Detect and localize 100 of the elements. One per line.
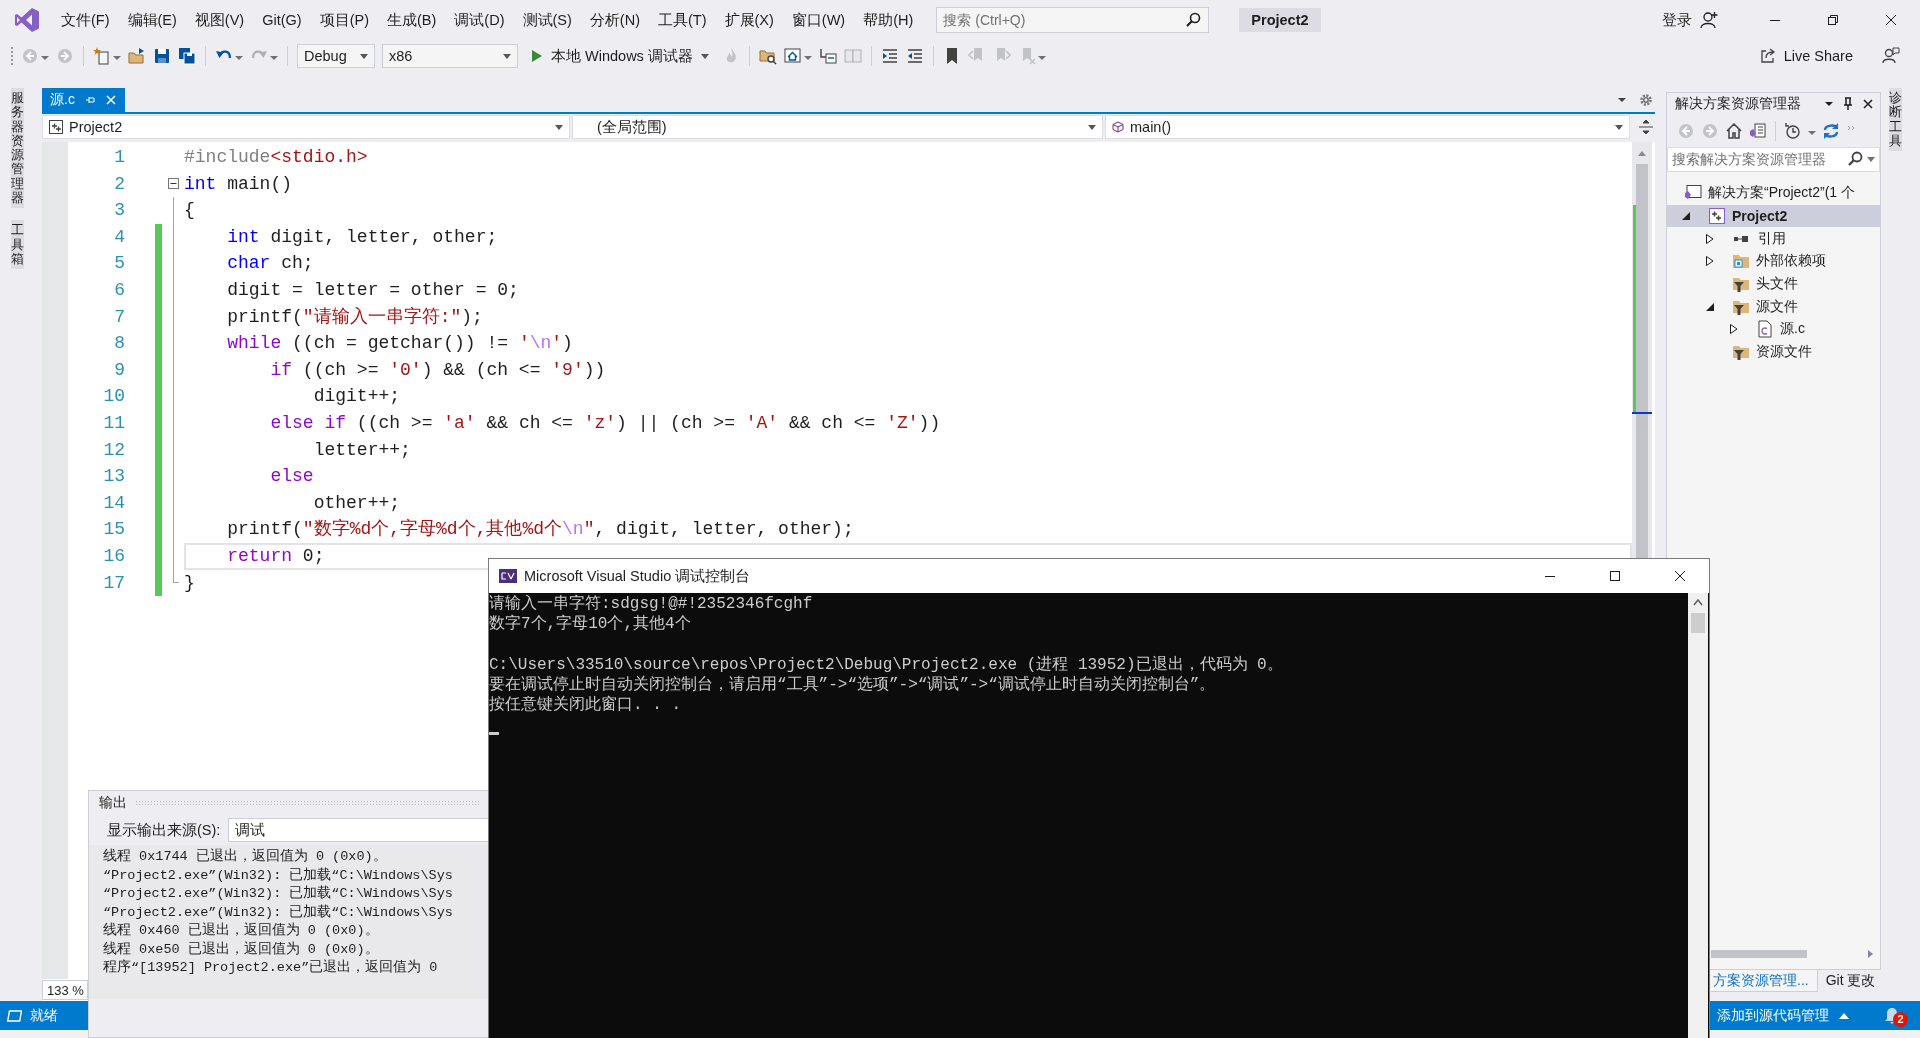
log-line: 线程 0x460 已退出，返回值为 0 (0x0)。: [103, 922, 380, 940]
save-icon[interactable]: [153, 47, 171, 65]
gear-icon[interactable]: [1639, 93, 1653, 107]
code-line: {: [184, 199, 195, 223]
tree-item[interactable]: 资源文件: [1667, 340, 1880, 364]
member-dropdown[interactable]: main(): [1105, 115, 1630, 139]
pin-icon[interactable]: [1842, 97, 1854, 111]
project-icon: [49, 120, 63, 134]
save-all-icon[interactable]: [178, 47, 196, 65]
restore-icon[interactable]: [1825, 12, 1841, 28]
log-line: “Project2.exe”(Win32): 已加载“C:\Windows\Sys: [103, 885, 454, 903]
menu-item[interactable]: 分析(N): [580, 6, 649, 34]
line-number: 2: [113, 172, 125, 196]
switch-views-icon[interactable]: [1749, 122, 1767, 140]
open-folder-icon[interactable]: [128, 47, 146, 65]
code-line: return 0;: [227, 544, 325, 568]
menu-item[interactable]: 生成(B): [378, 6, 446, 34]
menu-item[interactable]: 工具(T): [649, 6, 716, 34]
log-line: 线程 0x1744 已退出，返回值为 0 (0x0)。: [103, 848, 388, 866]
code-line: while ((ch = getchar()) != '\n'): [227, 332, 573, 356]
tree-item[interactable]: 解决方案“Project2”(1 个: [1667, 182, 1880, 205]
filter-folder-icon: [1732, 343, 1750, 362]
collapse-icon[interactable]: [1706, 302, 1714, 311]
refresh-icon[interactable]: [1822, 122, 1840, 140]
menu-item[interactable]: Git(G): [253, 6, 311, 34]
expand-icon[interactable]: [1730, 324, 1738, 335]
code-line: int main(): [184, 172, 293, 196]
menu-item[interactable]: 调试(D): [445, 6, 514, 34]
close-icon[interactable]: [1672, 568, 1688, 584]
menu-item[interactable]: 帮助(H): [854, 6, 923, 34]
code-line: char ch;: [227, 252, 314, 276]
tree-item[interactable]: 外部依赖项: [1667, 250, 1880, 273]
home-icon[interactable]: [1725, 122, 1743, 140]
collapse-icon[interactable]: [1682, 212, 1690, 221]
step-into-icon[interactable]: [818, 47, 837, 65]
close-icon[interactable]: [1883, 12, 1899, 28]
scope-dropdown[interactable]: (全局范围): [572, 115, 1103, 139]
menu-item[interactable]: 文件(F): [52, 6, 119, 34]
tree-item[interactable]: 引用: [1667, 227, 1880, 251]
panel-tab[interactable]: 方案资源管理...: [1711, 970, 1818, 992]
house-window-icon[interactable]: [783, 47, 802, 65]
search-icon[interactable]: [1185, 12, 1202, 28]
side-panel-tab[interactable]: 服务器资源管理器: [10, 88, 24, 209]
code-line: other++;: [313, 491, 401, 515]
person-feedback-icon[interactable]: [1882, 47, 1900, 65]
line-number: 7: [113, 305, 125, 329]
maximize-icon[interactable]: [1607, 568, 1623, 584]
vertical-scrollbar[interactable]: [1632, 142, 1652, 558]
vertical-scrollbar[interactable]: [1688, 593, 1708, 1038]
outdent-icon[interactable]: [905, 47, 924, 65]
menu-item[interactable]: 编辑(E): [118, 6, 186, 34]
output-source-dropdown[interactable]: 调试: [228, 818, 488, 842]
tree-item[interactable]: 头文件: [1667, 272, 1880, 296]
expand-icon[interactable]: [1706, 233, 1714, 244]
folder-search-icon[interactable]: [758, 47, 777, 65]
project-dropdown[interactable]: Project2: [42, 115, 570, 139]
code-line: digit = letter = other = 0;: [227, 278, 519, 302]
tree-item[interactable]: Project2: [1667, 204, 1880, 228]
history-icon[interactable]: [1784, 122, 1802, 140]
live-share-button[interactable]: Live Share: [1759, 48, 1853, 64]
tree-item[interactable]: 源文件: [1667, 295, 1880, 319]
side-panel-tab[interactable]: 诊断工具: [1889, 88, 1902, 152]
side-panel-tab[interactable]: 工具箱: [10, 220, 24, 270]
caret-icon: [700, 53, 709, 59]
start-debugging-button[interactable]: 本地 Windows 调试器: [525, 46, 715, 66]
search-field[interactable]: 搜索 (Ctrl+Q): [936, 7, 1210, 33]
menu-item[interactable]: 测试(S): [513, 6, 581, 34]
configuration-dropdown[interactable]: Debug: [297, 44, 375, 68]
platform-dropdown[interactable]: x86: [382, 44, 518, 68]
project-icon: [1708, 207, 1726, 226]
code-line: int digit, letter, other;: [227, 225, 498, 249]
line-number: 6: [113, 278, 125, 302]
search-field[interactable]: 搜索解决方案资源管理器: [1667, 147, 1880, 172]
zoom-dropdown[interactable]: 133 %: [42, 980, 88, 1000]
line-number: 11: [102, 411, 125, 435]
sign-in-button[interactable]: 登录: [1662, 10, 1718, 30]
dropdown-icon[interactable]: [1824, 99, 1834, 109]
menu-item[interactable]: 视图(V): [185, 6, 254, 34]
close-icon[interactable]: [1862, 98, 1874, 110]
split-editor-icon[interactable]: [1638, 119, 1654, 135]
expand-icon[interactable]: [1706, 256, 1714, 267]
menu-item[interactable]: 扩展(X): [715, 6, 783, 34]
dropdown-icon[interactable]: [1617, 95, 1627, 105]
cube-icon: [1112, 121, 1124, 133]
console-line: 请输入一串字符:sdgsg!@#!2352346fcghf: [489, 594, 814, 614]
search-icon[interactable]: [1847, 151, 1863, 167]
indent-icon[interactable]: [880, 47, 899, 65]
caret-icon: [555, 124, 563, 130]
person-add-icon: [1700, 11, 1718, 29]
panel-tab[interactable]: Git 更改: [1817, 970, 1884, 992]
share-icon: [1759, 48, 1776, 64]
menu-item[interactable]: 窗口(W): [782, 6, 855, 34]
menu-item[interactable]: 项目(P): [310, 6, 378, 34]
c-file-icon: [1756, 320, 1774, 339]
new-item-icon[interactable]: [93, 47, 111, 65]
panel-title: 输出: [99, 794, 127, 812]
tree-item[interactable]: 源.c: [1667, 318, 1880, 341]
collapse-icon[interactable]: [168, 178, 179, 190]
source-control-button[interactable]: 添加到源代码管理: [1717, 1006, 1849, 1025]
caret-icon[interactable]: [1867, 156, 1875, 162]
